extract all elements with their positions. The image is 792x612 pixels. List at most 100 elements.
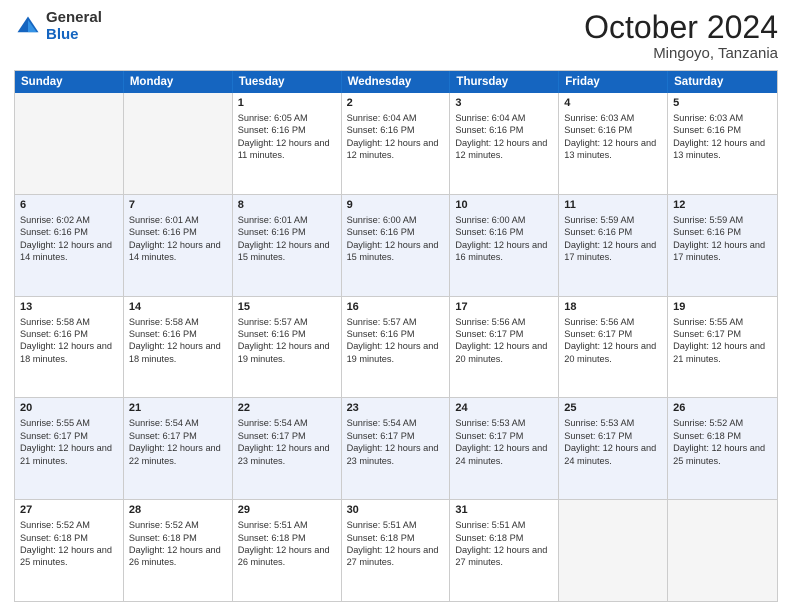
day-number: 21 [129, 401, 227, 416]
calendar-body: 1Sunrise: 6:05 AMSunset: 6:16 PMDaylight… [15, 93, 777, 601]
day-cell-14: 14Sunrise: 5:58 AMSunset: 6:16 PMDayligh… [124, 297, 233, 398]
sunset-text: Sunset: 6:17 PM [455, 328, 553, 340]
day-number: 19 [673, 300, 772, 315]
sunrise-text: Sunrise: 6:00 AM [347, 214, 445, 226]
sunset-text: Sunset: 6:16 PM [455, 124, 553, 136]
calendar: SundayMondayTuesdayWednesdayThursdayFrid… [14, 70, 778, 602]
daylight-text: Daylight: 12 hours and 13 minutes. [564, 137, 662, 162]
day-number: 20 [20, 401, 118, 416]
daylight-text: Daylight: 12 hours and 16 minutes. [455, 239, 553, 264]
sunrise-text: Sunrise: 6:05 AM [238, 112, 336, 124]
sunrise-text: Sunrise: 5:52 AM [673, 417, 772, 429]
day-cell-4: 4Sunrise: 6:03 AMSunset: 6:16 PMDaylight… [559, 93, 668, 194]
sunrise-text: Sunrise: 5:59 AM [673, 214, 772, 226]
sunrise-text: Sunrise: 6:00 AM [455, 214, 553, 226]
daylight-text: Daylight: 12 hours and 22 minutes. [129, 442, 227, 467]
daylight-text: Daylight: 12 hours and 19 minutes. [238, 340, 336, 365]
day-number: 22 [238, 401, 336, 416]
sunset-text: Sunset: 6:17 PM [347, 430, 445, 442]
day-number: 3 [455, 96, 553, 111]
sunset-text: Sunset: 6:18 PM [347, 532, 445, 544]
day-number: 15 [238, 300, 336, 315]
title-block: October 2024 Mingoyo, Tanzania [584, 10, 778, 62]
sunrise-text: Sunrise: 5:54 AM [129, 417, 227, 429]
day-number: 16 [347, 300, 445, 315]
sunrise-text: Sunrise: 5:54 AM [347, 417, 445, 429]
day-cell-24: 24Sunrise: 5:53 AMSunset: 6:17 PMDayligh… [450, 398, 559, 499]
day-number: 8 [238, 198, 336, 213]
day-number: 25 [564, 401, 662, 416]
day-header-saturday: Saturday [668, 71, 777, 93]
day-cell-26: 26Sunrise: 5:52 AMSunset: 6:18 PMDayligh… [668, 398, 777, 499]
calendar-week-5: 27Sunrise: 5:52 AMSunset: 6:18 PMDayligh… [15, 499, 777, 601]
sunset-text: Sunset: 6:16 PM [673, 124, 772, 136]
header: General Blue October 2024 Mingoyo, Tanza… [14, 10, 778, 62]
day-number: 1 [238, 96, 336, 111]
day-cell-18: 18Sunrise: 5:56 AMSunset: 6:17 PMDayligh… [559, 297, 668, 398]
sunset-text: Sunset: 6:18 PM [129, 532, 227, 544]
calendar-week-3: 13Sunrise: 5:58 AMSunset: 6:16 PMDayligh… [15, 296, 777, 398]
day-cell-6: 6Sunrise: 6:02 AMSunset: 6:16 PMDaylight… [15, 195, 124, 296]
calendar-header-row: SundayMondayTuesdayWednesdayThursdayFrid… [15, 71, 777, 93]
logo-blue: Blue [46, 27, 102, 44]
sunrise-text: Sunrise: 5:54 AM [238, 417, 336, 429]
daylight-text: Daylight: 12 hours and 19 minutes. [347, 340, 445, 365]
sunrise-text: Sunrise: 5:51 AM [238, 519, 336, 531]
daylight-text: Daylight: 12 hours and 26 minutes. [129, 544, 227, 569]
day-number: 31 [455, 503, 553, 518]
day-number: 28 [129, 503, 227, 518]
sunrise-text: Sunrise: 5:59 AM [564, 214, 662, 226]
sunrise-text: Sunrise: 6:04 AM [347, 112, 445, 124]
sunset-text: Sunset: 6:17 PM [455, 430, 553, 442]
day-cell-17: 17Sunrise: 5:56 AMSunset: 6:17 PMDayligh… [450, 297, 559, 398]
daylight-text: Daylight: 12 hours and 23 minutes. [347, 442, 445, 467]
sunrise-text: Sunrise: 5:53 AM [564, 417, 662, 429]
day-header-thursday: Thursday [450, 71, 559, 93]
calendar-week-4: 20Sunrise: 5:55 AMSunset: 6:17 PMDayligh… [15, 397, 777, 499]
logo-icon [14, 13, 42, 41]
logo-general: General [46, 10, 102, 27]
day-cell-30: 30Sunrise: 5:51 AMSunset: 6:18 PMDayligh… [342, 500, 451, 601]
day-cell-19: 19Sunrise: 5:55 AMSunset: 6:17 PMDayligh… [668, 297, 777, 398]
sunrise-text: Sunrise: 5:52 AM [129, 519, 227, 531]
empty-cell [124, 93, 233, 194]
day-cell-23: 23Sunrise: 5:54 AMSunset: 6:17 PMDayligh… [342, 398, 451, 499]
day-number: 10 [455, 198, 553, 213]
day-cell-7: 7Sunrise: 6:01 AMSunset: 6:16 PMDaylight… [124, 195, 233, 296]
day-header-sunday: Sunday [15, 71, 124, 93]
day-cell-16: 16Sunrise: 5:57 AMSunset: 6:16 PMDayligh… [342, 297, 451, 398]
sunrise-text: Sunrise: 5:55 AM [673, 316, 772, 328]
daylight-text: Daylight: 12 hours and 25 minutes. [673, 442, 772, 467]
day-cell-2: 2Sunrise: 6:04 AMSunset: 6:16 PMDaylight… [342, 93, 451, 194]
day-cell-28: 28Sunrise: 5:52 AMSunset: 6:18 PMDayligh… [124, 500, 233, 601]
sunset-text: Sunset: 6:16 PM [673, 226, 772, 238]
day-cell-1: 1Sunrise: 6:05 AMSunset: 6:16 PMDaylight… [233, 93, 342, 194]
day-number: 12 [673, 198, 772, 213]
month-title: October 2024 [584, 10, 778, 45]
sunset-text: Sunset: 6:16 PM [129, 328, 227, 340]
sunset-text: Sunset: 6:17 PM [564, 328, 662, 340]
sunset-text: Sunset: 6:16 PM [129, 226, 227, 238]
daylight-text: Daylight: 12 hours and 21 minutes. [673, 340, 772, 365]
day-cell-12: 12Sunrise: 5:59 AMSunset: 6:16 PMDayligh… [668, 195, 777, 296]
daylight-text: Daylight: 12 hours and 23 minutes. [238, 442, 336, 467]
daylight-text: Daylight: 12 hours and 12 minutes. [455, 137, 553, 162]
day-number: 13 [20, 300, 118, 315]
sunset-text: Sunset: 6:18 PM [673, 430, 772, 442]
sunrise-text: Sunrise: 5:56 AM [455, 316, 553, 328]
day-cell-11: 11Sunrise: 5:59 AMSunset: 6:16 PMDayligh… [559, 195, 668, 296]
sunrise-text: Sunrise: 5:55 AM [20, 417, 118, 429]
daylight-text: Daylight: 12 hours and 15 minutes. [347, 239, 445, 264]
sunrise-text: Sunrise: 5:57 AM [238, 316, 336, 328]
sunrise-text: Sunrise: 5:58 AM [129, 316, 227, 328]
day-number: 17 [455, 300, 553, 315]
day-cell-20: 20Sunrise: 5:55 AMSunset: 6:17 PMDayligh… [15, 398, 124, 499]
sunrise-text: Sunrise: 6:01 AM [129, 214, 227, 226]
empty-cell [559, 500, 668, 601]
location-title: Mingoyo, Tanzania [584, 45, 778, 62]
sunset-text: Sunset: 6:18 PM [20, 532, 118, 544]
sunset-text: Sunset: 6:16 PM [20, 328, 118, 340]
sunset-text: Sunset: 6:18 PM [238, 532, 336, 544]
day-number: 23 [347, 401, 445, 416]
sunset-text: Sunset: 6:16 PM [347, 124, 445, 136]
